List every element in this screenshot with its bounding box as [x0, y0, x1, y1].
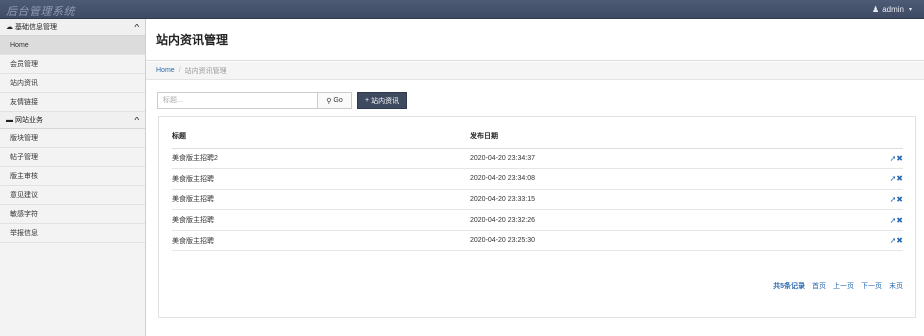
- sidebar-group-label: 基础信息管理: [15, 24, 57, 31]
- caret-down-icon: ▾: [908, 7, 912, 13]
- delete-x-icon[interactable]: ✖: [896, 216, 903, 225]
- cell-date: 2020-04-20 23:25:30: [470, 230, 850, 252]
- row-actions: ➚✖: [850, 189, 903, 211]
- sidebar-group-basic[interactable]: ☁ 基础信息管理 ^: [0, 19, 145, 36]
- delete-x-icon[interactable]: ✖: [896, 195, 903, 204]
- cloud-icon: ☁: [6, 24, 13, 31]
- user-name: admin: [882, 5, 904, 14]
- pagination-next[interactable]: 下一页: [861, 281, 882, 291]
- table-row: 美食版主招聘 2020-04-20 23:33:15 ➚✖: [172, 189, 903, 211]
- plus-icon: +: [365, 97, 370, 104]
- main-content: 站内资讯管理 Home / 站内资讯管理 ⚲ Go + 站内资讯 标题 发布日期: [146, 19, 924, 336]
- column-header-date: 发布日期: [470, 125, 850, 149]
- table-row: 美食版主招聘 2020-04-20 23:25:30 ➚✖: [172, 230, 903, 252]
- add-news-button[interactable]: + 站内资讯: [357, 92, 408, 109]
- pagination-first[interactable]: 首页: [812, 281, 826, 291]
- row-actions: ➚✖: [850, 230, 903, 252]
- sidebar-item-home[interactable]: Home: [0, 36, 145, 55]
- folder-icon: ▬: [6, 116, 13, 124]
- cell-date: 2020-04-20 23:32:26: [470, 209, 850, 231]
- table-row: 美食版主招聘 2020-04-20 23:32:26 ➚✖: [172, 209, 903, 231]
- sidebar-item-moderator-review[interactable]: 版主审核: [0, 167, 145, 186]
- user-icon: ♟: [872, 5, 880, 14]
- sidebar-item-sensitive-words[interactable]: 敏感字符: [0, 205, 145, 224]
- delete-x-icon[interactable]: ✖: [896, 174, 903, 183]
- table-row: 美食版主招聘 2020-04-20 23:34:08 ➚✖: [172, 168, 903, 190]
- add-news-label: 站内资讯: [371, 97, 400, 105]
- brand-logo: 后台管理系统: [6, 6, 75, 18]
- row-actions: ➚✖: [850, 168, 903, 190]
- sidebar-item-links[interactable]: 友情链接: [0, 93, 145, 112]
- column-header-title: 标题: [172, 125, 470, 149]
- breadcrumb-separator: /: [178, 67, 181, 74]
- sidebar-item-news[interactable]: 站内资讯: [0, 74, 145, 93]
- delete-x-icon[interactable]: ✖: [896, 236, 903, 245]
- chevron-up-icon: ^: [134, 115, 140, 125]
- top-navbar: 后台管理系统 ♟ admin ▾: [0, 0, 924, 19]
- news-table: 标题 发布日期 美食版主招聘2 2020-04-20 23:34:37 ➚✖ 美…: [172, 125, 903, 252]
- user-menu[interactable]: ♟ admin ▾: [872, 5, 912, 14]
- breadcrumb-current: 站内资讯管理: [184, 67, 227, 75]
- table-row: 美食版主招聘2 2020-04-20 23:34:37 ➚✖: [172, 148, 903, 170]
- pagination-last[interactable]: 末页: [889, 281, 903, 291]
- pagination-prev[interactable]: 上一页: [833, 281, 854, 291]
- sidebar-item-boards[interactable]: 版块管理: [0, 129, 145, 148]
- row-actions: ➚✖: [850, 209, 903, 231]
- search-toolbar: ⚲ Go + 站内资讯: [157, 92, 408, 109]
- pagination: 共5条记录 首页 上一页 下一页 末页: [773, 281, 903, 291]
- cell-title: 美食版主招聘: [172, 189, 470, 211]
- search-icon: ⚲: [326, 97, 332, 105]
- chevron-up-icon: ^: [134, 22, 140, 32]
- sidebar: ☁ 基础信息管理 ^ Home 会员管理 站内资讯 友情链接 ▬ 网站业务 ^ …: [0, 19, 146, 336]
- page-title: 站内资讯管理: [156, 33, 229, 47]
- go-button-label: Go: [333, 97, 343, 104]
- row-actions: ➚✖: [850, 148, 903, 170]
- cell-title: 美食版主招聘: [172, 209, 470, 231]
- cell-date: 2020-04-20 23:34:08: [470, 168, 850, 190]
- cell-title: 美食版主招聘2: [172, 148, 470, 170]
- column-header-actions: [850, 125, 903, 149]
- news-list-panel: 标题 发布日期 美食版主招聘2 2020-04-20 23:34:37 ➚✖ 美…: [158, 116, 916, 318]
- cell-date: 2020-04-20 23:34:37: [470, 148, 850, 170]
- cell-title: 美食版主招聘: [172, 168, 470, 190]
- cell-date: 2020-04-20 23:33:15: [470, 189, 850, 211]
- breadcrumb-home-link[interactable]: Home: [156, 67, 175, 74]
- delete-x-icon[interactable]: ✖: [896, 154, 903, 163]
- sidebar-item-feedback[interactable]: 意见建议: [0, 186, 145, 205]
- cell-title: 美食版主招聘: [172, 230, 470, 252]
- page-header: 站内资讯管理: [146, 19, 924, 61]
- go-button[interactable]: ⚲ Go: [317, 92, 352, 109]
- sidebar-item-reports[interactable]: 举报信息: [0, 224, 145, 243]
- sidebar-group-business[interactable]: ▬ 网站业务 ^: [0, 112, 145, 129]
- table-header-row: 标题 发布日期: [172, 125, 903, 149]
- sidebar-item-posts[interactable]: 帖子管理: [0, 148, 145, 167]
- breadcrumb: Home / 站内资讯管理: [146, 62, 924, 80]
- sidebar-group-label: 网站业务: [15, 117, 43, 124]
- search-input[interactable]: [157, 92, 317, 109]
- sidebar-item-members[interactable]: 会员管理: [0, 55, 145, 74]
- pagination-total: 共5条记录: [773, 283, 805, 290]
